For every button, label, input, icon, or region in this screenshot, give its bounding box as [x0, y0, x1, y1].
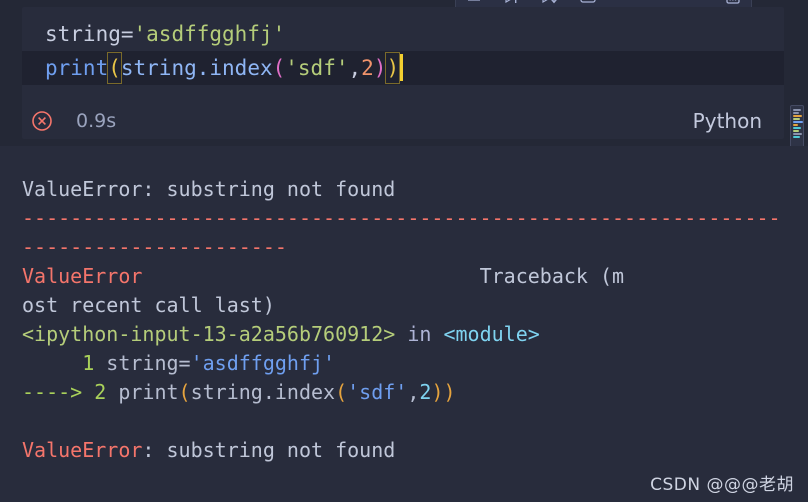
- traceback-frame-line: <ipython-input-13-a2a56b760912> in <modu…: [0, 320, 808, 349]
- traceback-header-line-1: ValueError Traceback (m: [0, 262, 808, 291]
- code-editor[interactable]: string='asdffgghfj' print(string.index('…: [22, 7, 784, 85]
- numeric-arg: 2: [361, 56, 374, 80]
- traceback-source-line-1: 1 string='asdffgghfj': [0, 349, 808, 378]
- cell-output: ValueError: substring not found --------…: [0, 146, 808, 502]
- output-separator-1: ----------------------------------------…: [0, 204, 808, 233]
- source-paren-close-2: )): [431, 380, 456, 404]
- code-line-1-string: 'asdffgghfj': [133, 22, 286, 46]
- source-comma-2: ,: [407, 380, 420, 404]
- output-summary-text: ValueError: substring not found: [22, 177, 396, 201]
- final-error-line: ValueError: substring not found: [0, 436, 808, 465]
- traceback-frame-scope: <module>: [443, 322, 540, 346]
- matching-bracket-open: (: [107, 52, 122, 84]
- source-code-prefix-2: print: [106, 380, 179, 404]
- cell-status-bar: 0.9s Python: [22, 100, 784, 142]
- execution-time: 0.9s: [76, 110, 117, 132]
- string-variable: string: [120, 56, 197, 80]
- code-line-2[interactable]: print(string.index('sdf',2)): [22, 51, 784, 85]
- output-separator-2: ----------------------: [0, 233, 808, 262]
- source-paren-open-2: (: [335, 380, 348, 404]
- notebook-cell-screen: string='asdffgghfj' print(string.index('…: [0, 0, 808, 502]
- source-num-2: 2: [419, 380, 432, 404]
- output-spacer-mid: [0, 407, 808, 436]
- traceback-header-line-2: ost recent call last): [0, 291, 808, 320]
- code-line-1[interactable]: string='asdffgghfj': [22, 7, 784, 51]
- arg-comma: ,: [348, 56, 362, 80]
- source-code-string-1: 'asdffgghfj': [190, 351, 336, 375]
- traceback-error-name: ValueError: [22, 264, 143, 288]
- index-method: index: [209, 56, 273, 80]
- source-paren-open-1: (: [178, 380, 191, 404]
- traceback-source-line-2: ----> 2 print(string.index('sdf',2)): [0, 378, 808, 407]
- separator-dashes-2: ----------------------: [22, 235, 287, 259]
- traceback-label-part1: Traceback (m: [479, 264, 625, 288]
- source-lineno-1: 1: [82, 351, 95, 375]
- matching-bracket-close: ): [385, 52, 401, 84]
- text-caret: [400, 54, 404, 81]
- sdf-string-arg: 'sdf': [285, 56, 349, 80]
- final-error-message: : substring not found: [142, 438, 396, 462]
- code-line-1-name: string=: [45, 22, 134, 46]
- final-error-name: ValueError: [22, 438, 143, 462]
- kernel-language-label[interactable]: Python: [693, 109, 762, 133]
- output-summary: ValueError: substring not found: [0, 175, 808, 204]
- output-spacer-top: [0, 146, 808, 175]
- error-circle-x-icon[interactable]: [30, 109, 54, 133]
- traceback-frame-location: <ipython-input-13-a2a56b760912>: [22, 322, 396, 346]
- source-code-string-2: 'sdf': [347, 380, 408, 404]
- source-code-plain-1: string=: [94, 351, 191, 375]
- watermark: CSDN @@@老胡: [650, 475, 794, 495]
- dot-operator: .: [196, 56, 210, 80]
- traceback-label-part2: ost recent call last): [22, 293, 275, 317]
- separator-dashes-1: ----------------------------------------…: [22, 206, 781, 230]
- print-keyword: print: [45, 56, 109, 80]
- source-arrow-2: ---->: [22, 380, 95, 404]
- traceback-frame-in: in: [395, 322, 444, 346]
- source-lineno-2: 2: [94, 380, 107, 404]
- traceback-header-gap: [142, 264, 479, 288]
- source-code-mid-2: string.index: [190, 380, 336, 404]
- source-arrow-1: [22, 351, 82, 375]
- inner-bracket-open: (: [272, 56, 286, 80]
